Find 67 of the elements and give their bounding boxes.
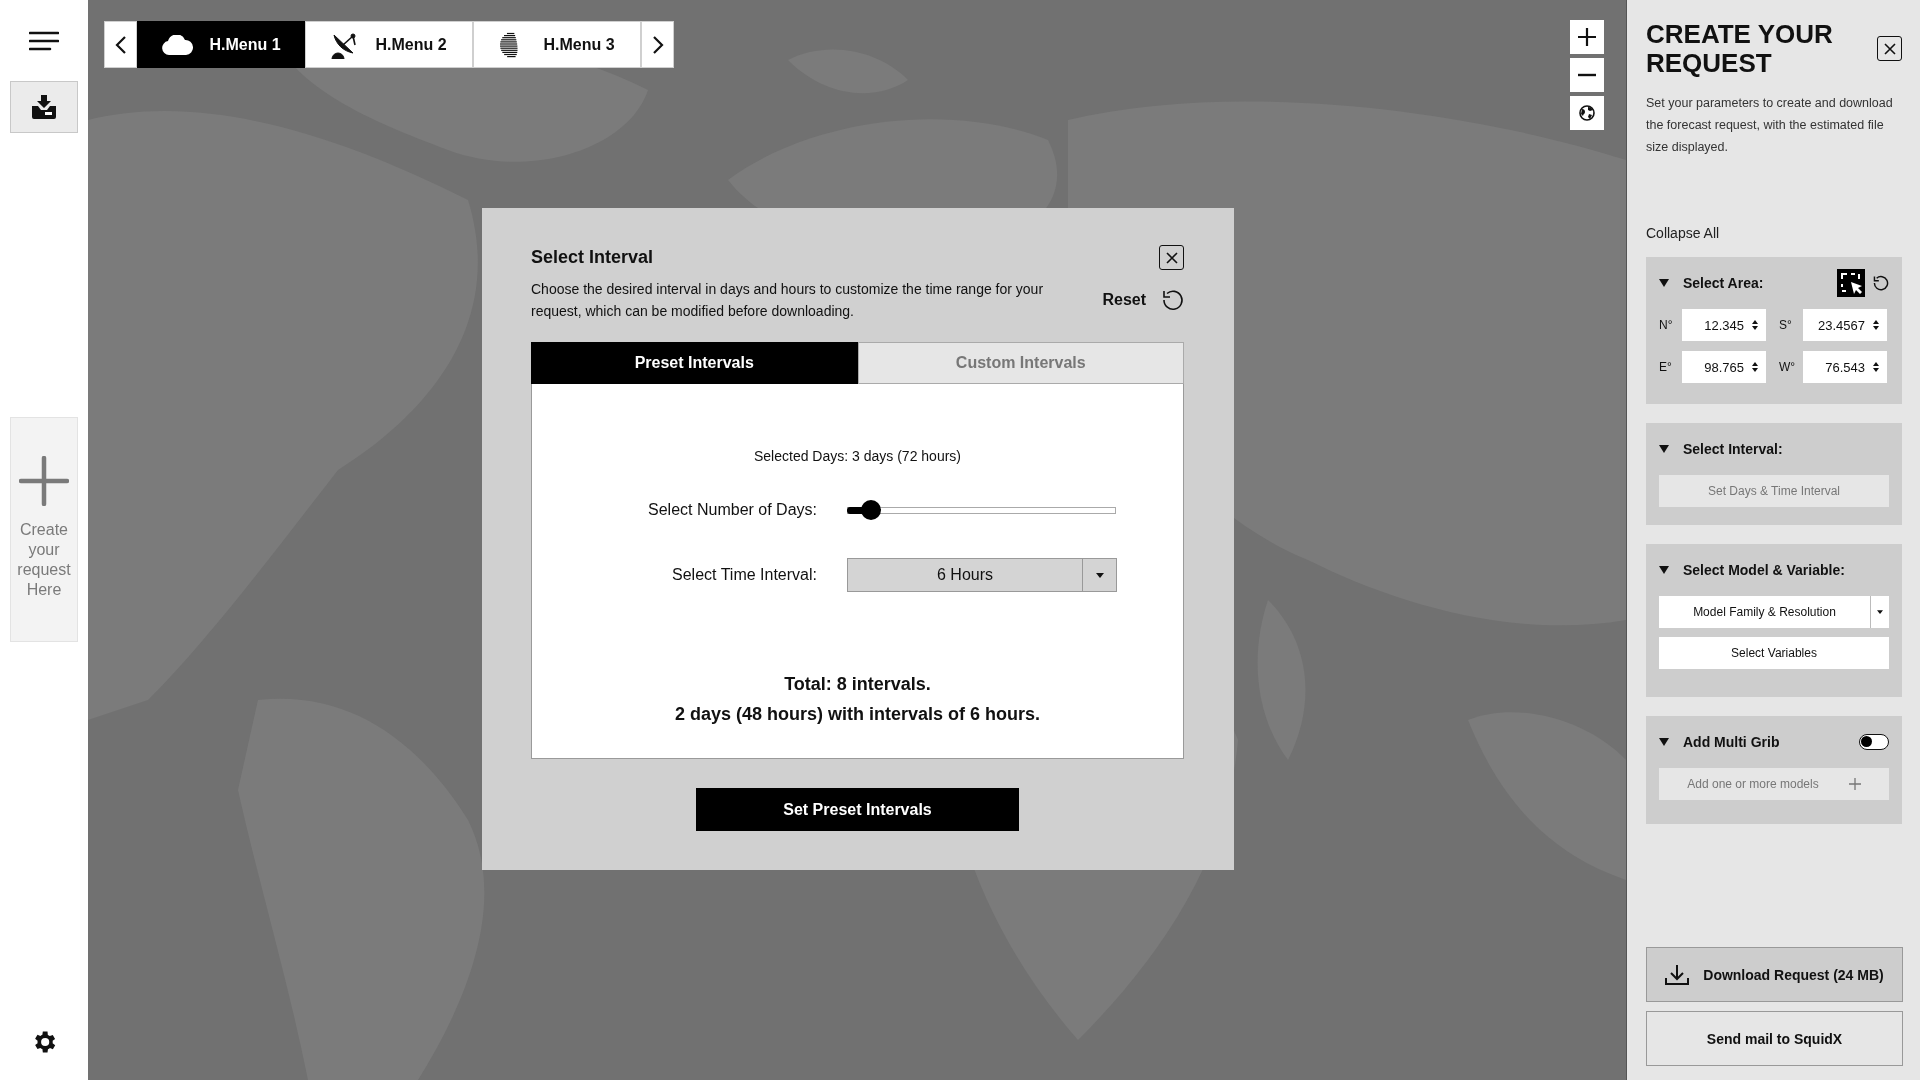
interval-tab[interactable]: Custom Intervals <box>857 342 1184 384</box>
coordinate-field[interactable]: 98.765 <box>1682 351 1766 383</box>
selected-days-text: Selected Days: 3 days (72 hours) <box>754 448 961 464</box>
menu-tab[interactable]: H.Menu 1 <box>137 21 305 68</box>
cloud-icon <box>161 34 194 55</box>
reset-icon <box>1162 289 1184 311</box>
collapse-all-link[interactable]: Collapse All <box>1646 225 1902 241</box>
menu-tab[interactable]: H.Menu 2 <box>305 21 473 68</box>
set-preset-button[interactable]: Set Preset Intervals <box>696 788 1019 831</box>
section-title: Select Model & Variable: <box>1683 562 1845 578</box>
select-area-icon[interactable] <box>1837 269 1865 297</box>
section-title: Select Interval: <box>1683 441 1783 457</box>
close-button[interactable] <box>1159 245 1184 270</box>
triangle-icon[interactable] <box>1659 279 1669 287</box>
close-icon <box>1165 251 1178 264</box>
interval-dropdown[interactable]: 6 Hours <box>847 558 1117 592</box>
section-title: Add Multi Grib <box>1683 734 1780 750</box>
coordinate-label: E° <box>1659 360 1673 374</box>
caret-icon <box>1095 572 1104 578</box>
interval-label: Select Time Interval: <box>671 566 817 584</box>
minus-icon <box>1578 73 1596 77</box>
menu-icon[interactable] <box>29 31 59 51</box>
spinner-icon <box>1873 320 1879 330</box>
create-request-card[interactable]: Create your request Here <box>10 417 78 642</box>
coordinate-field[interactable]: 23.4567 <box>1803 309 1887 341</box>
globe-button[interactable] <box>1570 96 1604 130</box>
coordinate-label: S° <box>1778 318 1793 332</box>
days-label: Select Number of Days: <box>647 501 817 519</box>
plus-icon <box>1578 28 1596 46</box>
plus-icon <box>1848 778 1861 790</box>
spinner-icon <box>1752 362 1758 372</box>
send-mail-button[interactable]: Send mail to SquidX <box>1646 1011 1903 1066</box>
globe-icon <box>1579 105 1595 121</box>
download-box-icon <box>31 94 57 120</box>
reset-icon[interactable] <box>1873 275 1889 291</box>
dialog-description: Choose the desired interval in days and hours to customize the time range for your request, which can be modified before downloading. <box>531 280 1045 321</box>
spinner-icon <box>1873 362 1879 372</box>
zoom-out-button[interactable] <box>1570 58 1604 92</box>
dialog-title: Select Interval <box>531 247 654 268</box>
coordinate-label: N° <box>1659 318 1674 332</box>
close-button[interactable] <box>1877 36 1902 61</box>
triangle-icon[interactable] <box>1659 566 1669 574</box>
menu-tab[interactable]: H.Menu 3 <box>473 21 641 68</box>
model-family-dropdown[interactable]: Model Family & Resolution <box>1659 596 1889 628</box>
next-button[interactable] <box>641 21 674 68</box>
close-icon <box>1883 42 1896 55</box>
coordinate-label: W° <box>1778 360 1797 374</box>
download-box-button[interactable] <box>10 81 78 133</box>
spinner-icon <box>1752 320 1758 330</box>
total-text: Total: 8 intervals. <box>784 673 931 696</box>
download-icon <box>1665 963 1690 986</box>
total-text: 2 days (48 hours) with intervals of 6 hours. <box>674 703 1041 726</box>
zoom-in-button[interactable] <box>1570 20 1604 54</box>
panel-title: CREATE YOUR REQUEST <box>1646 20 1834 78</box>
caret-icon <box>1877 610 1883 614</box>
download-button[interactable]: Download Request (24 MB) <box>1646 947 1903 1002</box>
interval-tab[interactable]: Preset Intervals <box>531 342 858 384</box>
section-title: Select Area: <box>1683 275 1764 291</box>
chevron-right-icon <box>651 34 664 55</box>
chevron-left-icon <box>114 34 127 55</box>
previous-button[interactable] <box>104 21 137 68</box>
coordinate-field[interactable]: 12.345 <box>1682 309 1766 341</box>
plus-icon <box>19 456 69 506</box>
panel-description: Set your parameters to create and download the forecast request, with the estimated file size displayed. <box>1646 95 1894 156</box>
select-variables-button[interactable]: Select Variables <box>1659 637 1889 669</box>
reset-button[interactable]: Reset <box>1102 289 1184 311</box>
coordinate-field[interactable]: 76.543 <box>1803 351 1887 383</box>
